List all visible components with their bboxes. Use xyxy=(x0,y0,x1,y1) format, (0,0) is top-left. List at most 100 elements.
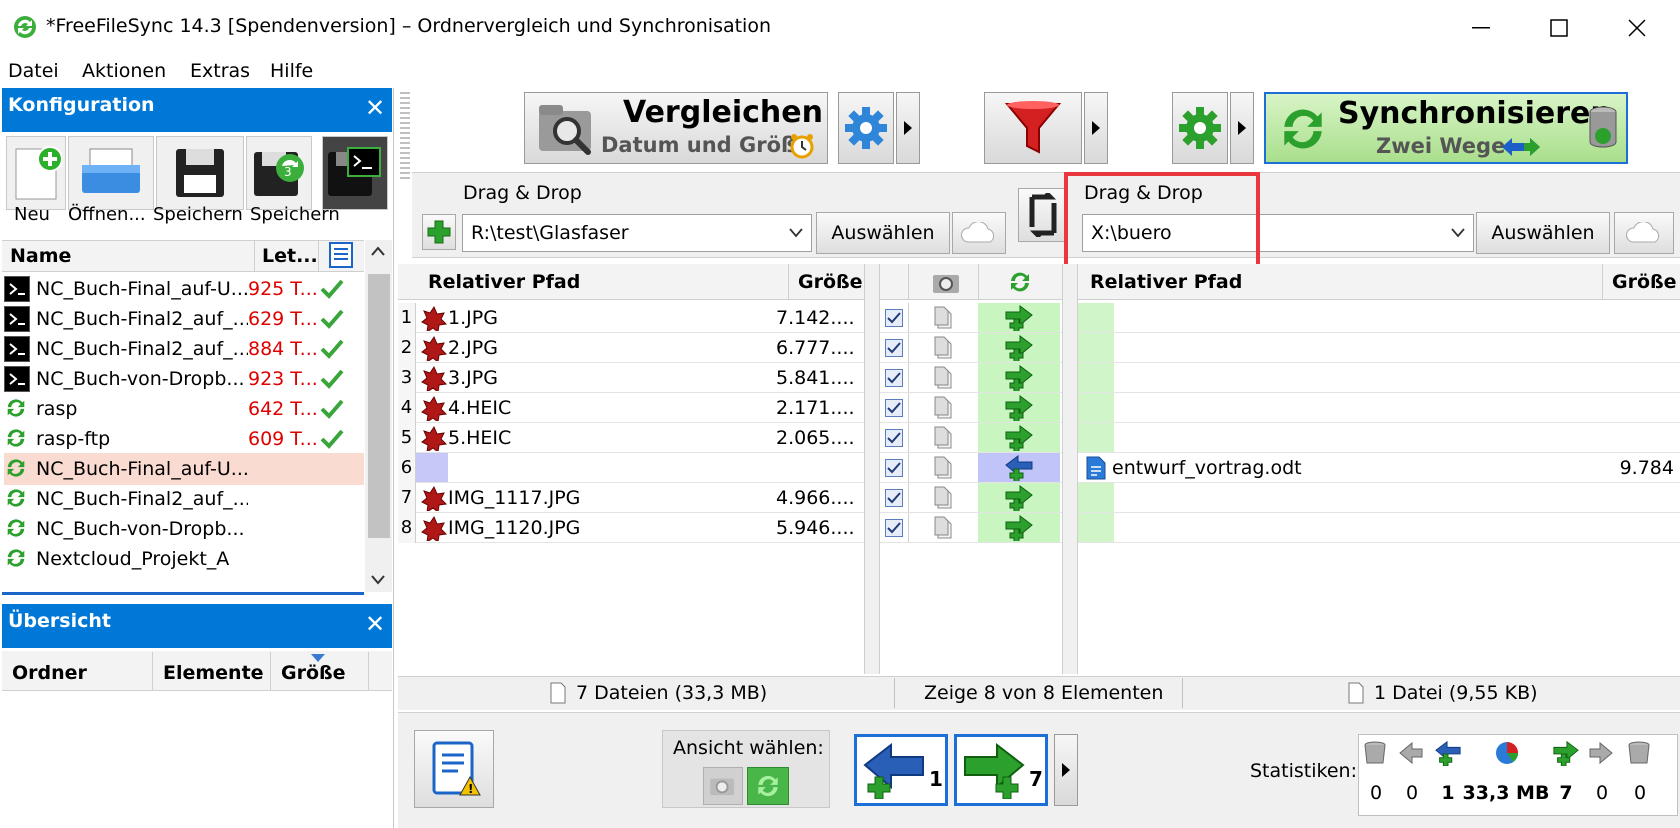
config-list-item[interactable]: NC_Buch-Final2_auf_... 884 T... xyxy=(4,333,364,365)
sync-action-header-icon[interactable] xyxy=(1006,269,1034,295)
right-col-path[interactable]: Relativer Pfad xyxy=(1090,271,1242,293)
overview-col-folder[interactable]: Ordner xyxy=(12,662,87,684)
table-row[interactable]: 7 IMG_1117.JPG 4.966.... xyxy=(398,482,864,513)
create-right-icon[interactable] xyxy=(978,303,1060,332)
include-checkbox[interactable] xyxy=(880,308,908,327)
create-right-icon[interactable] xyxy=(978,393,1060,422)
more-filters-button[interactable] xyxy=(1054,734,1078,806)
include-checkbox[interactable] xyxy=(880,338,908,357)
table-row[interactable]: 6 xyxy=(398,452,864,483)
table-row[interactable] xyxy=(880,393,1062,423)
menu-extras[interactable]: Extras xyxy=(190,57,250,85)
filter-button[interactable] xyxy=(984,92,1082,164)
filter-create-left-button[interactable]: 1 xyxy=(854,734,948,806)
close-button[interactable] xyxy=(1598,0,1676,56)
right-col-size[interactable]: Größe xyxy=(1612,271,1677,293)
scroll-thumb[interactable] xyxy=(368,274,390,538)
config-list-item[interactable]: NC_Buch-Final2_auf_... xyxy=(4,483,364,515)
table-row[interactable] xyxy=(1078,363,1680,393)
config-close-icon[interactable]: ✕ xyxy=(365,96,385,120)
compare-settings-button[interactable] xyxy=(838,92,894,164)
table-row[interactable] xyxy=(880,303,1062,333)
col-name-header[interactable]: Name xyxy=(10,245,71,267)
sync-settings-button[interactable] xyxy=(1172,92,1228,164)
compare-button[interactable]: Vergleichen Datum und Größe xyxy=(524,92,828,164)
table-row[interactable]: 4 4.HEIC 2.171.... xyxy=(398,392,864,423)
compare-dropdown-button[interactable] xyxy=(896,92,920,164)
create-right-icon[interactable] xyxy=(978,363,1060,392)
config-list-item[interactable]: rasp 642 T... xyxy=(4,393,364,425)
menu-datei[interactable]: Datei xyxy=(8,57,59,85)
save-as-script-button[interactable] xyxy=(322,136,388,210)
save-config-button[interactable] xyxy=(156,136,244,210)
config-list-item[interactable]: NC_Buch-Final2_auf_... 629 T... xyxy=(4,303,364,335)
left-col-path[interactable]: Relativer Pfad xyxy=(428,271,580,293)
table-row[interactable] xyxy=(1078,423,1680,453)
splitter[interactable] xyxy=(2,592,364,595)
scroll-down-icon[interactable] xyxy=(371,575,385,585)
include-checkbox[interactable] xyxy=(880,458,908,477)
config-list-item[interactable]: NC_Buch-Final_auf-U... 925 T... xyxy=(4,273,364,305)
maximize-button[interactable] xyxy=(1520,0,1598,56)
table-row[interactable]: 2 2.JPG 6.777.... xyxy=(398,332,864,363)
menu-hilfe[interactable]: Hilfe xyxy=(270,57,313,85)
include-checkbox[interactable] xyxy=(880,428,908,447)
create-left-icon[interactable] xyxy=(978,453,1060,482)
filter-dropdown-button[interactable] xyxy=(1084,92,1108,164)
include-checkbox[interactable] xyxy=(880,368,908,387)
table-row[interactable] xyxy=(880,363,1062,393)
include-checkbox[interactable] xyxy=(880,398,908,417)
splitter-grip[interactable] xyxy=(400,92,410,182)
table-row[interactable]: 3 3.JPG 5.841.... xyxy=(398,362,864,393)
swap-sides-button[interactable] xyxy=(1018,188,1068,242)
column-list-icon[interactable] xyxy=(328,242,356,268)
create-right-icon[interactable] xyxy=(978,333,1060,362)
left-col-size[interactable]: Größe xyxy=(798,271,863,293)
col-last-header[interactable]: Let... xyxy=(262,245,318,267)
table-row[interactable] xyxy=(1078,483,1680,513)
overview-col-elements[interactable]: Elemente xyxy=(163,662,264,684)
table-row[interactable] xyxy=(880,453,1062,483)
table-row[interactable] xyxy=(1078,513,1680,543)
scroll-up-icon[interactable] xyxy=(371,246,385,256)
left-cloud-button[interactable] xyxy=(952,212,1006,254)
table-row[interactable] xyxy=(1078,393,1680,423)
config-list-item[interactable]: NC_Buch-von-Dropb... xyxy=(4,513,364,545)
synchronize-button[interactable]: Synchronisieren Zwei Wege xyxy=(1264,92,1628,164)
filter-create-right-button[interactable]: 7 xyxy=(954,734,1048,806)
table-row[interactable] xyxy=(880,483,1062,513)
compare-category-icon[interactable] xyxy=(932,271,962,295)
table-row[interactable]: 5 5.HEIC 2.065.... xyxy=(398,422,864,453)
include-checkbox[interactable] xyxy=(880,488,908,507)
view-sync-button[interactable] xyxy=(747,767,789,805)
table-row[interactable]: entwurf_vortrag.odt 9.784 xyxy=(1078,453,1680,483)
table-row[interactable]: 1 1.JPG 7.142.... xyxy=(398,302,864,333)
open-config-button[interactable] xyxy=(68,136,154,210)
right-cloud-button[interactable] xyxy=(1614,212,1674,254)
config-list-item[interactable]: rasp-ftp 609 T... xyxy=(4,423,364,455)
table-row[interactable] xyxy=(880,333,1062,363)
save-as-batch-button[interactable]: 3 xyxy=(246,136,312,210)
config-list-item[interactable]: NC_Buch-von-Dropb... 923 T... xyxy=(4,363,364,395)
create-right-icon[interactable] xyxy=(978,513,1060,542)
menu-aktionen[interactable]: Aktionen xyxy=(82,57,166,85)
create-right-icon[interactable] xyxy=(978,483,1060,512)
right-browse-button[interactable]: Auswählen xyxy=(1476,212,1610,254)
view-compare-button[interactable] xyxy=(703,767,743,805)
table-row[interactable] xyxy=(880,513,1062,543)
create-right-icon[interactable] xyxy=(978,423,1060,452)
left-browse-button[interactable]: Auswählen xyxy=(816,212,950,254)
table-row[interactable] xyxy=(880,423,1062,453)
add-folder-pair-button[interactable] xyxy=(422,214,456,250)
new-config-button[interactable] xyxy=(6,136,66,210)
overview-col-size[interactable]: Größe xyxy=(281,662,346,684)
minimize-button[interactable] xyxy=(1442,0,1520,56)
left-folder-combo[interactable]: R:\test\Glasfaser xyxy=(462,214,812,252)
include-checkbox[interactable] xyxy=(880,518,908,537)
sync-dropdown-button[interactable] xyxy=(1230,92,1254,164)
table-row[interactable]: 8 IMG_1120.JPG 5.946.... xyxy=(398,512,864,543)
config-list-item[interactable]: NC_Buch-Final_auf-U... xyxy=(4,453,364,485)
show-log-button[interactable]: ! xyxy=(414,730,494,808)
table-row[interactable] xyxy=(1078,333,1680,363)
config-list-item[interactable]: Nextcloud_Projekt_A xyxy=(4,543,364,575)
